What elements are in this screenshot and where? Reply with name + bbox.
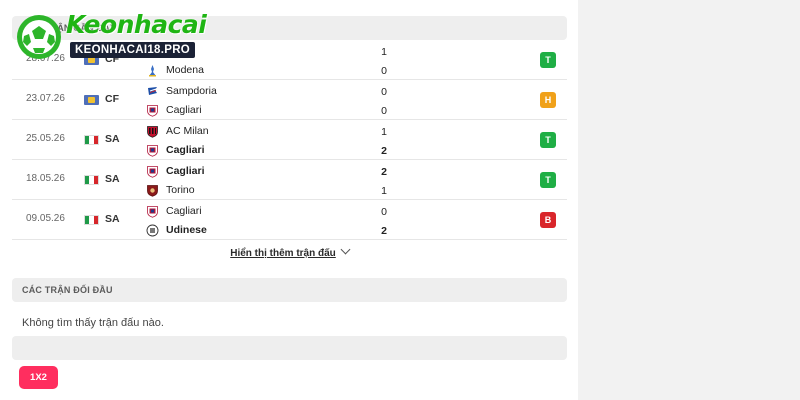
cf-icon <box>84 95 99 105</box>
competition-code: SA <box>105 213 120 225</box>
home-team-name: Cagliari <box>166 165 205 177</box>
italy-flag-icon <box>84 215 99 225</box>
italy-flag-icon <box>84 175 99 185</box>
away-score: 0 <box>381 105 387 117</box>
italy-flag-icon <box>84 135 99 145</box>
home-score: 0 <box>381 206 387 218</box>
away-team-name: Udinese <box>166 224 207 236</box>
away-score: 1 <box>381 185 387 197</box>
home-score: 0 <box>381 86 387 98</box>
match-row[interactable]: 09.05.26 SA Cagliari Udinese 0 2 B <box>12 200 567 240</box>
away-team-name: Cagliari <box>166 144 205 156</box>
away-team-name: Torino <box>166 184 195 196</box>
odds-1x2-button[interactable]: 1X2 <box>19 366 58 389</box>
home-team-name: AC Milan <box>166 125 209 137</box>
match-row[interactable]: 25.05.26 SA AC Milan Cagliari 1 2 T <box>12 120 567 160</box>
away-team: Cagliari <box>146 101 202 119</box>
right-side-panel <box>578 0 800 400</box>
match-row[interactable]: 18.05.26 SA Cagliari Torino 2 1 T <box>12 160 567 200</box>
watermark-title: Keonhacai <box>66 10 207 39</box>
no-matches-text: Không tìm thấy trận đấu nào. <box>22 317 164 329</box>
away-score: 2 <box>381 145 387 157</box>
cagliari-crest-icon <box>146 104 159 117</box>
competition-code: SA <box>105 173 120 185</box>
torino-crest-icon <box>146 184 159 197</box>
head-to-head-header: CÁC TRẬN ĐỐI ĐẦU <box>12 278 567 302</box>
home-team: Cagliari <box>146 162 205 180</box>
home-team-name: Sampdoria <box>166 85 217 97</box>
away-team: Modena <box>146 61 204 79</box>
away-score: 2 <box>381 225 387 237</box>
result-badge: T <box>540 52 556 68</box>
udinese-crest-icon <box>146 224 159 237</box>
head-to-head-title: CÁC TRẬN ĐỐI ĐẦU <box>22 285 113 295</box>
match-date: 25.05.26 <box>26 133 65 144</box>
show-more-label: Hiển thị thêm trận đấu <box>230 248 336 259</box>
keonhacai-watermark: Keonhacai KEONHACAI18.PRO <box>14 6 219 62</box>
cagliari-crest-icon <box>146 144 159 157</box>
ac-milan-crest-icon <box>146 125 159 138</box>
match-date: 18.05.26 <box>26 173 65 184</box>
match-row[interactable]: 23.07.26 CF Sampdoria Cagliari 0 0 H <box>12 80 567 120</box>
soccer-ball-logo-icon <box>17 15 61 59</box>
competition-code: SA <box>105 133 120 145</box>
home-team-name: Cagliari <box>166 205 202 217</box>
sampdoria-crest-icon <box>146 85 159 98</box>
home-team: Sampdoria <box>146 82 217 100</box>
empty-section-bar <box>12 336 567 360</box>
cagliari-crest-icon <box>146 165 159 178</box>
away-score: 0 <box>381 65 387 77</box>
result-badge: B <box>540 212 556 228</box>
away-team: Cagliari <box>146 141 205 159</box>
home-score: 1 <box>381 126 387 138</box>
chevron-down-icon <box>340 244 351 255</box>
match-date: 09.05.26 <box>26 213 65 224</box>
away-team: Torino <box>146 181 195 199</box>
home-team: AC Milan <box>146 122 209 140</box>
cagliari-crest-icon <box>146 205 159 218</box>
watermark-subtitle: KEONHACAI18.PRO <box>70 42 196 58</box>
result-badge: T <box>540 132 556 148</box>
result-badge: H <box>540 92 556 108</box>
home-score: 2 <box>381 166 387 178</box>
modena-crest-icon <box>146 64 159 77</box>
home-score: 1 <box>381 46 387 58</box>
result-badge: T <box>540 172 556 188</box>
away-team-name: Modena <box>166 64 204 76</box>
match-date: 23.07.26 <box>26 93 65 104</box>
away-team: Udinese <box>146 221 207 239</box>
show-more-button[interactable]: Hiển thị thêm trận đấu <box>12 244 567 259</box>
home-team: Cagliari <box>146 202 202 220</box>
competition-code: CF <box>105 93 119 105</box>
away-team-name: Cagliari <box>166 104 202 116</box>
